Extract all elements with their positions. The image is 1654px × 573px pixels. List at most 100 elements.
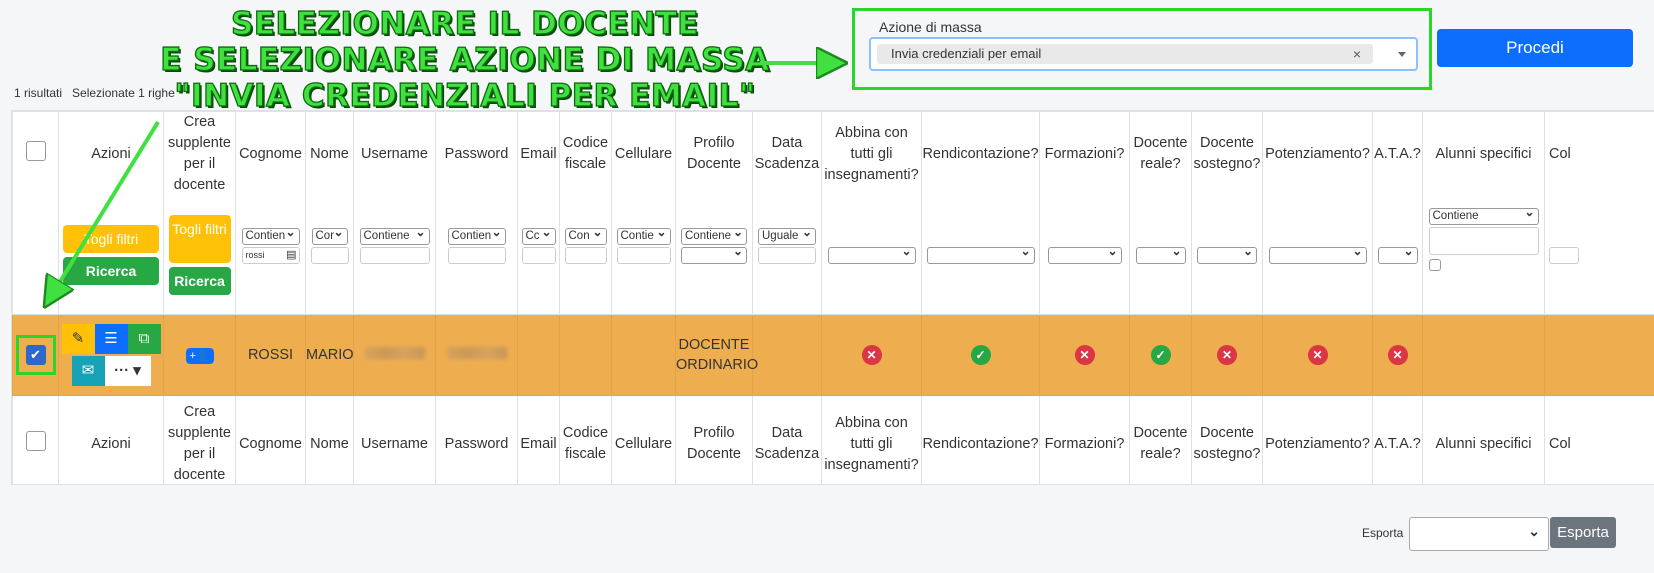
chevron-down-icon[interactable] bbox=[1398, 52, 1406, 57]
filter-profilo-operator[interactable]: Contiene bbox=[681, 228, 747, 245]
filter-password-input[interactable] bbox=[447, 247, 506, 264]
yes-icon: ✓ bbox=[1150, 345, 1171, 365]
more-dropdown-icon[interactable]: ··· ▾ bbox=[104, 356, 151, 386]
row-checkbox[interactable]: ✔ bbox=[25, 345, 46, 365]
table-row[interactable]: ✔ ✎ ☰ ⧉ ✉ ··· ▾ +👤 ROSSI MARIO DOCENTE ORDI… bbox=[12, 314, 1654, 396]
edit-icon[interactable]: ✎ bbox=[61, 324, 95, 354]
filter-cf-operator[interactable]: Con bbox=[564, 228, 607, 245]
col-header-data-scadenza[interactable]: Data Scadenza bbox=[752, 111, 822, 196]
col-header-username[interactable]: Username bbox=[353, 111, 436, 196]
filter-alunni-operator[interactable]: Contiene bbox=[1428, 208, 1539, 225]
filter-potenziamento-select[interactable] bbox=[1268, 246, 1367, 264]
filter-alunni-input[interactable] bbox=[1428, 227, 1539, 255]
filter-cf-input[interactable] bbox=[564, 247, 607, 264]
cell-formazioni: ✕ bbox=[1039, 314, 1130, 396]
mass-action-value: Invia credenziali per email bbox=[891, 46, 1042, 61]
col-header-docente-sostegno[interactable]: Docente sostegno? bbox=[1191, 111, 1263, 196]
filter-username-input[interactable] bbox=[359, 247, 430, 264]
filter-password-operator[interactable]: Contien bbox=[447, 228, 506, 245]
ricerca-button-2[interactable]: Ricerca bbox=[168, 267, 231, 295]
list-icon[interactable]: ☰ bbox=[94, 324, 128, 354]
cell-profilo: DOCENTE ORDINARIO bbox=[675, 314, 758, 396]
filter-cellulare-operator[interactable]: Contie bbox=[616, 228, 671, 245]
filter-ata-select[interactable] bbox=[1377, 246, 1418, 264]
copy-icon[interactable]: ⧉ bbox=[127, 324, 161, 354]
row-checkbox-highlight: ✔ bbox=[15, 335, 56, 375]
col-header-email[interactable]: Email bbox=[517, 111, 560, 196]
col-header-alunni-specifici[interactable]: Alunni specifici bbox=[1422, 111, 1545, 196]
col-header-profilo-docente[interactable]: Profilo Docente bbox=[675, 111, 753, 196]
col-header-password[interactable]: Password bbox=[435, 111, 518, 196]
foot-header-codice-fiscale: Codice fiscale bbox=[559, 395, 612, 484]
foot-header-docente-reale: Docente reale? bbox=[1129, 395, 1192, 484]
filter-cognome-input[interactable]: rossi ▤ bbox=[241, 247, 300, 264]
filter-rendicontazione-select[interactable] bbox=[926, 246, 1035, 264]
cell-cf bbox=[559, 314, 612, 396]
teachers-table: Azioni Crea supplente per il docente Cog… bbox=[11, 110, 1654, 485]
filter-cognome-operator[interactable]: Contien bbox=[241, 228, 300, 245]
no-icon: ✕ bbox=[861, 345, 882, 365]
clear-selection-icon[interactable]: × bbox=[1353, 44, 1361, 64]
togli-filtri-button[interactable]: Togli filtri bbox=[63, 225, 159, 253]
export-format-select[interactable] bbox=[1409, 517, 1549, 551]
filter-scadenza-input[interactable] bbox=[758, 247, 816, 264]
filter-alunni-checkbox[interactable] bbox=[1429, 259, 1441, 271]
redacted-password bbox=[446, 347, 507, 359]
foot-header-cellulare: Cellulare bbox=[611, 395, 676, 484]
no-icon: ✕ bbox=[1307, 345, 1328, 365]
add-user-icon[interactable]: +👤 bbox=[185, 347, 214, 364]
row-select-cell: ✔ bbox=[12, 314, 59, 396]
export-label: Esporta bbox=[1362, 526, 1404, 540]
select-all-checkbox[interactable] bbox=[25, 140, 46, 161]
togli-filtri-button-2[interactable]: Togli filtri bbox=[168, 215, 231, 263]
ricerca-button[interactable]: Ricerca bbox=[63, 257, 159, 285]
id-card-icon: ▤ bbox=[286, 249, 297, 261]
filter-col-input[interactable] bbox=[1549, 246, 1579, 264]
filter-email-input[interactable] bbox=[521, 247, 556, 264]
filter-nome-operator[interactable]: Cor bbox=[311, 228, 348, 245]
select-all-checkbox-footer[interactable] bbox=[25, 430, 46, 451]
cell-rendicontazione: ✓ bbox=[921, 314, 1040, 396]
cell-password bbox=[435, 314, 518, 396]
cell-username bbox=[353, 314, 436, 396]
col-header-formazioni[interactable]: Formazioni? bbox=[1039, 111, 1130, 196]
filter-username-operator[interactable]: Contiene bbox=[359, 228, 430, 245]
col-header-abbina[interactable]: Abbina con tutti gli insegnamenti? bbox=[821, 111, 922, 196]
cell-ata: ✕ bbox=[1372, 314, 1423, 396]
export-button[interactable]: Esporta bbox=[1550, 517, 1616, 548]
filter-profilo-select[interactable] bbox=[681, 247, 747, 264]
foot-header-formazioni: Formazioni? bbox=[1039, 395, 1130, 484]
foot-header-password: Password bbox=[435, 395, 518, 484]
filter-email-operator[interactable]: Cc bbox=[521, 228, 556, 245]
foot-header-azioni: Azioni bbox=[58, 395, 164, 484]
mass-action-select[interactable]: Invia credenziali per email × bbox=[869, 37, 1418, 71]
filter-cellulare-input[interactable] bbox=[616, 247, 671, 264]
foot-header-profilo-docente: Profilo Docente bbox=[675, 395, 753, 484]
email-icon[interactable]: ✉ bbox=[71, 356, 105, 386]
col-header-rendicontazione[interactable]: Rendicontazione? bbox=[921, 111, 1040, 196]
filter-abbina-select[interactable] bbox=[827, 246, 916, 264]
col-header-potenziamento[interactable]: Potenziamento? bbox=[1262, 111, 1373, 196]
foot-header-abbina: Abbina con tutti gli insegnamenti? bbox=[821, 395, 922, 484]
filter-formazioni-select[interactable] bbox=[1047, 246, 1122, 264]
filter-nome-input[interactable] bbox=[310, 247, 349, 264]
table-footer-row: Azioni Crea supplente per il docente Cog… bbox=[12, 395, 1654, 484]
filter-scadenza-operator[interactable]: Uguale bbox=[758, 228, 816, 245]
cell-email bbox=[517, 314, 560, 396]
no-icon: ✕ bbox=[1217, 345, 1237, 365]
col-header-ata[interactable]: A.T.A.? bbox=[1372, 111, 1423, 196]
foot-header-username: Username bbox=[353, 395, 436, 484]
cell-cognome: ROSSI bbox=[235, 314, 306, 396]
col-header-cognome[interactable]: Cognome bbox=[235, 111, 306, 196]
filter-sostegno-select[interactable] bbox=[1197, 246, 1257, 264]
col-header-nome[interactable]: Nome bbox=[305, 111, 354, 196]
mass-action-label: Azione di massa bbox=[879, 19, 982, 35]
yes-icon: ✓ bbox=[970, 345, 991, 365]
col-header-codice-fiscale[interactable]: Codice fiscale bbox=[559, 111, 612, 196]
col-header-cellulare[interactable]: Cellulare bbox=[611, 111, 676, 196]
annotation-line-1: SELEZIONARE IL DOCENTE bbox=[230, 5, 699, 42]
filter-reale-select[interactable] bbox=[1135, 246, 1186, 264]
col-header-docente-reale[interactable]: Docente reale? bbox=[1129, 111, 1192, 196]
cell-col bbox=[1544, 314, 1654, 396]
procedi-button[interactable]: Procedi bbox=[1437, 29, 1633, 67]
